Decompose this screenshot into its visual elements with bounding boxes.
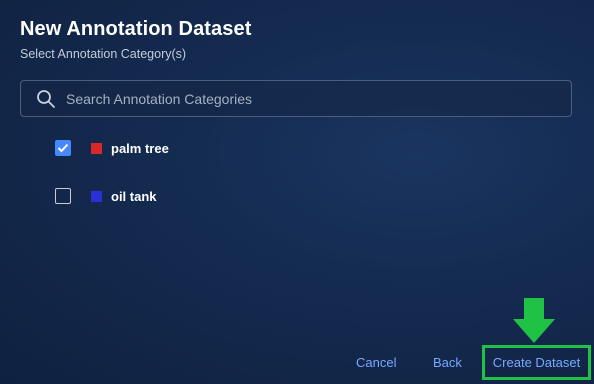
oil-tank-color-swatch [91,190,102,202]
search-icon [36,89,56,109]
create-dataset-button[interactable]: Create Dataset [482,345,591,380]
category-list: palm tree oil tank [55,137,169,233]
dialog-title: New Annotation Dataset [20,18,252,40]
oil-tank-checkbox[interactable] [55,188,71,204]
palm-tree-checkbox[interactable] [55,140,71,156]
create-dataset-label: Create Dataset [492,355,581,370]
arrow-down-icon [513,298,555,343]
cancel-button[interactable]: Cancel [356,355,396,370]
category-label: palm tree [111,140,169,156]
category-item-oil-tank[interactable]: oil tank [55,185,169,207]
search-box[interactable] [20,80,572,117]
palm-tree-color-swatch [91,142,102,154]
search-input[interactable] [66,81,571,116]
back-button[interactable]: Back [433,355,462,370]
dialog-subtitle: Select Annotation Category(s) [20,47,187,61]
category-label: oil tank [111,188,157,204]
checkmark-icon [57,143,69,153]
category-item-palm-tree[interactable]: palm tree [55,137,169,159]
new-annotation-dataset-dialog: New Annotation Dataset Select Annotation… [0,0,594,384]
